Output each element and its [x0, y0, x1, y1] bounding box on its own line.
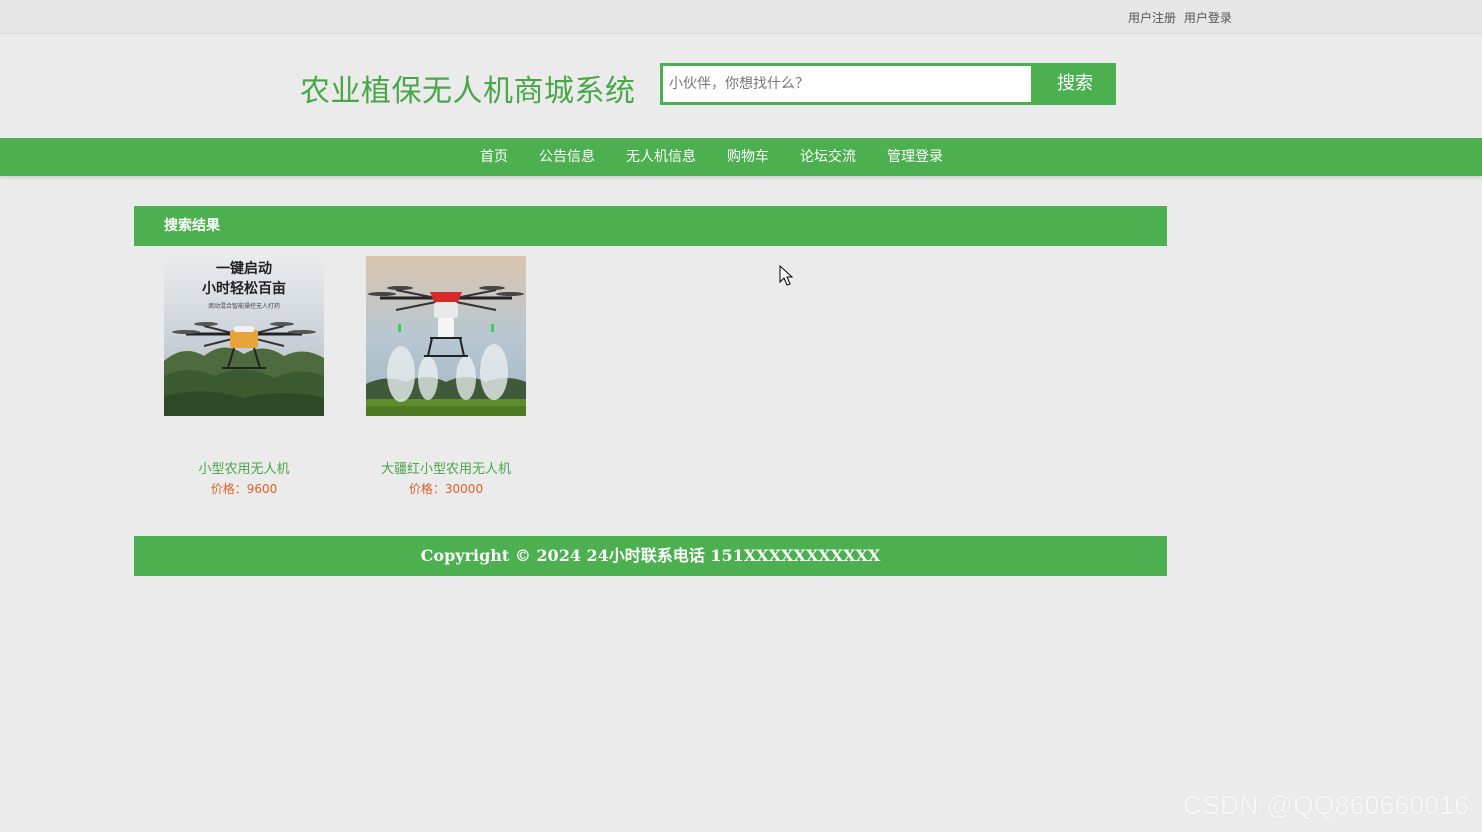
footer-copyright: Copyright © 2024 24小时联系电话 151XXXXXXXXXXX: [134, 536, 1167, 576]
search-input[interactable]: [663, 66, 1031, 102]
register-link[interactable]: 用户注册: [1128, 11, 1176, 25]
nav-item-admin-login[interactable]: 管理登录: [887, 138, 943, 176]
poster-headline: 一键启动: [216, 260, 272, 277]
watermark: CSDN @QQ860660016: [1183, 790, 1470, 820]
product-card: 大疆红小型农用无人机 价格：30000: [366, 256, 526, 496]
top-bar: 用户注册 用户登录: [0, 0, 1482, 34]
poster-caption: 滴动混合智能操控无人打药: [208, 302, 280, 310]
search-bar: 搜索: [660, 63, 1116, 105]
product-image[interactable]: [366, 256, 526, 416]
mouse-cursor-icon: [779, 265, 793, 286]
product-card: 一键启动 小时轻松百亩 滴动混合智能操控无人打药 小型农用无人机 价格：9600: [164, 256, 324, 496]
search-results-heading: 搜索结果: [134, 206, 1167, 246]
poster-subheadline: 小时轻松百亩: [202, 280, 286, 297]
nav-item-home[interactable]: 首页: [480, 138, 508, 176]
nav-item-cart[interactable]: 购物车: [727, 138, 769, 176]
site-title: 农业植保无人机商城系统: [300, 74, 636, 109]
nav-item-forum[interactable]: 论坛交流: [800, 138, 856, 176]
login-link[interactable]: 用户登录: [1184, 11, 1232, 25]
search-button[interactable]: 搜索: [1034, 63, 1116, 105]
product-image[interactable]: 一键启动 小时轻松百亩 滴动混合智能操控无人打药: [164, 256, 324, 416]
product-price: 价格：30000: [408, 482, 484, 496]
nav-item-announcements[interactable]: 公告信息: [539, 138, 595, 176]
account-links: 用户注册 用户登录: [1128, 9, 1232, 26]
main-nav: 首页 公告信息 无人机信息 购物车 论坛交流 管理登录: [0, 138, 1482, 176]
product-name[interactable]: 大疆红小型农用无人机: [326, 458, 566, 477]
nav-item-drones[interactable]: 无人机信息: [626, 138, 696, 176]
